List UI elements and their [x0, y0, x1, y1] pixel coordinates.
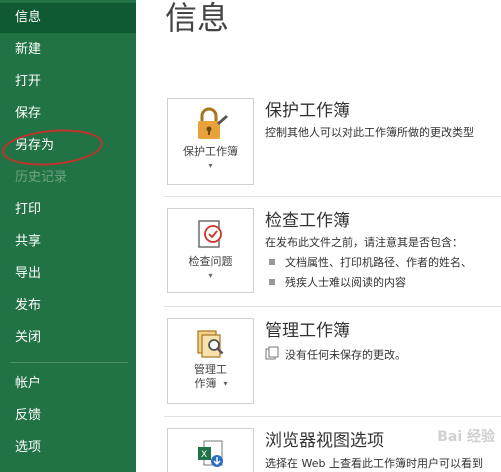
nav-export[interactable]: 导出: [0, 259, 136, 289]
nav-account[interactable]: 帐户: [0, 369, 136, 399]
protect-workbook-button[interactable]: 保护工作簿 ▾: [167, 98, 254, 185]
backstage-sidebar: 信息 新建 打开 保存 另存为 历史记录 打印 共享 导出 发布 关闭 帐户 反…: [0, 0, 136, 472]
browser-view-options-button[interactable]: X: [167, 428, 254, 472]
page-title: 信息: [165, 0, 230, 37]
section-divider: [164, 196, 501, 197]
nav-save-as[interactable]: 另存为: [0, 131, 136, 161]
nav-new[interactable]: 新建: [0, 35, 136, 65]
nav-divider: [10, 362, 128, 363]
nav-info[interactable]: 信息: [0, 3, 136, 33]
manage-workbook-label: 管理工: [194, 363, 227, 376]
excel-browser-icon: X: [196, 439, 226, 472]
nav-open[interactable]: 打开: [0, 67, 136, 97]
document-icon: [265, 346, 279, 365]
browser-view-options-title: 浏览器视图选项: [265, 431, 384, 451]
inspect-workbook-description: 在发布此文件之前，请注意其是否包含：: [265, 236, 463, 249]
browser-view-options-description: 选择在 Web 上查看此工作簿时用户可以看到: [265, 457, 483, 470]
lock-icon: [193, 107, 229, 145]
nav-print[interactable]: 打印: [0, 195, 136, 225]
chevron-down-icon: ▾: [208, 271, 213, 280]
section-divider: [164, 416, 501, 417]
manage-workbook-title: 管理工作簿: [265, 321, 350, 341]
chevron-down-icon: ▾: [223, 379, 228, 388]
manage-workbook-button[interactable]: 管理工 作簿 ▾: [167, 318, 254, 404]
list-item: 残疾人士难以阅读的内容: [269, 275, 406, 291]
section-divider: [164, 306, 501, 307]
manage-documents-icon: [195, 327, 227, 363]
protect-workbook-title: 保护工作簿: [265, 101, 350, 121]
nav-publish[interactable]: 发布: [0, 291, 136, 321]
inspect-workbook-title: 检查工作簿: [265, 211, 350, 231]
bullet-icon: [269, 279, 275, 285]
nav-close[interactable]: 关闭: [0, 323, 136, 353]
check-for-issues-button[interactable]: 检查问题 ▾: [167, 208, 254, 293]
backstage-main: 信息 保护工作簿 ▾ 保护工作簿 控制其他人可以对此工作簿所做的更改类型 检查问…: [136, 0, 501, 472]
nav-options[interactable]: 选项: [0, 433, 136, 463]
list-item: 文档属性、打印机路径、作者的姓名、: [269, 255, 472, 271]
protect-workbook-description: 控制其他人可以对此工作簿所做的更改类型: [265, 126, 474, 139]
nav-save[interactable]: 保存: [0, 99, 136, 129]
nav-feedback[interactable]: 反馈: [0, 401, 136, 431]
nav-history: 历史记录: [15, 170, 68, 185]
nav-share[interactable]: 共享: [0, 227, 136, 257]
check-for-issues-label: 检查问题: [188, 255, 233, 268]
inspect-document-icon: [196, 219, 226, 253]
protect-workbook-label: 保护工作簿: [183, 145, 238, 158]
manage-workbook-description: 没有任何未保存的更改。: [265, 346, 406, 365]
chevron-down-icon: ▾: [208, 161, 213, 170]
svg-text:X: X: [201, 450, 207, 460]
bullet-icon: [269, 259, 275, 265]
